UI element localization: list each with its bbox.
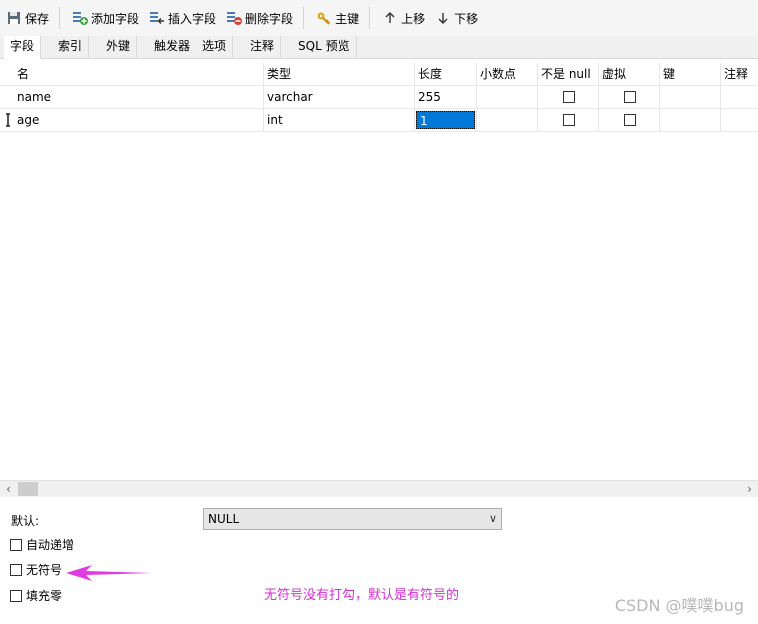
zerofill-label: 填充零 [26, 589, 63, 603]
scrollbar-thumb[interactable] [18, 482, 38, 496]
table-row[interactable]: age int 1 [0, 109, 758, 132]
move-down-button[interactable]: 下移 [431, 6, 482, 30]
column-header-key[interactable]: 键 [660, 63, 721, 85]
column-header-comment[interactable]: 注释 [721, 63, 758, 85]
auto-increment-label: 自动递增 [26, 538, 75, 552]
scroll-left-icon[interactable]: ‹ [0, 481, 17, 498]
unsigned-label: 无符号 [26, 563, 63, 577]
add-field-icon [72, 10, 89, 26]
column-header-type[interactable]: 类型 [264, 63, 415, 85]
cell-length[interactable]: 1 [415, 109, 477, 131]
grid-header: 名 类型 长度 小数点 不是 null 虚拟 键 注释 [0, 63, 758, 86]
key-icon [316, 10, 332, 26]
cell-decimals[interactable] [477, 86, 538, 108]
zerofill-box[interactable] [10, 589, 22, 602]
default-select-value: NULL [208, 512, 240, 526]
default-select[interactable]: NULL ∨ [203, 508, 502, 530]
cell-name[interactable]: age [14, 109, 264, 131]
move-up-button[interactable]: 上移 [378, 6, 429, 30]
table-row[interactable]: name varchar 255 [0, 86, 758, 109]
chevron-down-icon: ∨ [488, 512, 497, 525]
add-field-button[interactable]: 添加字段 [68, 6, 143, 30]
cell-decimals[interactable] [477, 109, 538, 131]
add-field-label: 添加字段 [91, 11, 140, 26]
primary-key-label: 主键 [335, 11, 360, 26]
tab-triggers[interactable]: 触发器 [148, 36, 198, 57]
column-header-not-null[interactable]: 不是 null [538, 63, 599, 85]
horizontal-scrollbar[interactable]: ‹ › [0, 480, 758, 498]
not-null-checkbox[interactable] [563, 114, 575, 126]
cell-virtual[interactable] [599, 86, 660, 108]
column-header-decimals[interactable]: 小数点 [477, 63, 538, 85]
tab-foreign-keys[interactable]: 外键 [100, 36, 138, 57]
tab-options[interactable]: 选项 [196, 36, 234, 57]
toolbar-separator [369, 7, 371, 29]
column-header-virtual[interactable]: 虚拟 [599, 63, 660, 85]
not-null-checkbox[interactable] [563, 91, 575, 103]
arrow-down-icon [435, 10, 451, 26]
cell-not-null[interactable] [538, 86, 599, 108]
save-button[interactable]: 保存 [2, 6, 53, 30]
tab-sql-preview[interactable]: SQL 预览 [292, 36, 357, 57]
virtual-checkbox[interactable] [624, 114, 636, 126]
insert-field-button[interactable]: 插入字段 [145, 6, 220, 30]
field-grid: 名 类型 长度 小数点 不是 null 虚拟 键 注释 name varchar… [0, 59, 758, 483]
tab-fields[interactable]: 字段 [4, 36, 42, 59]
auto-increment-box[interactable] [10, 538, 22, 551]
cell-key[interactable] [660, 109, 721, 131]
insert-field-icon [149, 10, 165, 26]
cell-type[interactable]: varchar [264, 86, 415, 108]
text-cursor-icon [0, 109, 14, 131]
unsigned-box[interactable] [10, 563, 22, 576]
cell-key[interactable] [660, 86, 721, 108]
annotation-arrow-icon [66, 565, 152, 581]
auto-increment-checkbox[interactable]: 自动递增 [10, 536, 74, 553]
toolbar-separator [59, 7, 61, 29]
toolbar: 保存 添加字段 插入字段 删除字段 主键 上移 下移 [0, 0, 758, 36]
cell-type[interactable]: int [264, 109, 415, 131]
save-label: 保存 [25, 11, 50, 26]
cell-comment[interactable] [721, 86, 758, 108]
cell-comment[interactable] [721, 109, 758, 131]
move-up-label: 上移 [401, 11, 426, 26]
scroll-right-icon[interactable]: › [741, 481, 758, 498]
zerofill-checkbox[interactable]: 填充零 [10, 587, 62, 604]
primary-key-button[interactable]: 主键 [312, 6, 363, 30]
arrow-up-icon [382, 10, 398, 26]
move-down-label: 下移 [454, 11, 479, 26]
save-icon [6, 10, 22, 26]
default-label: 默认: [11, 514, 40, 528]
toolbar-separator [303, 7, 305, 29]
tab-indexes[interactable]: 索引 [52, 36, 90, 57]
virtual-checkbox[interactable] [624, 91, 636, 103]
delete-field-label: 删除字段 [245, 11, 294, 26]
column-header-name[interactable]: 名 [14, 63, 264, 85]
delete-field-icon [226, 10, 243, 26]
column-header-length[interactable]: 长度 [415, 63, 477, 85]
unsigned-checkbox[interactable]: 无符号 [10, 561, 62, 578]
tab-bar: 字段 索引 外键 触发器 选项 注释 SQL 预览 [0, 36, 758, 59]
insert-field-label: 插入字段 [168, 11, 217, 26]
cell-virtual[interactable] [599, 109, 660, 131]
watermark: CSDN @噗噗bug [614, 596, 744, 615]
delete-field-button[interactable]: 删除字段 [222, 6, 297, 30]
cell-not-null[interactable] [538, 109, 599, 131]
tab-comments[interactable]: 注释 [244, 36, 282, 57]
cell-name[interactable]: name [14, 86, 264, 108]
annotation-text: 无符号没有打勾，默认是有符号的 [264, 588, 460, 603]
field-properties-panel: 默认: NULL ∨ 自动递增 无符号 填充零 无符号没有打勾，默认是有符号的 … [0, 497, 758, 624]
cell-length-value[interactable]: 1 [416, 111, 475, 129]
cell-length[interactable]: 255 [415, 86, 477, 108]
